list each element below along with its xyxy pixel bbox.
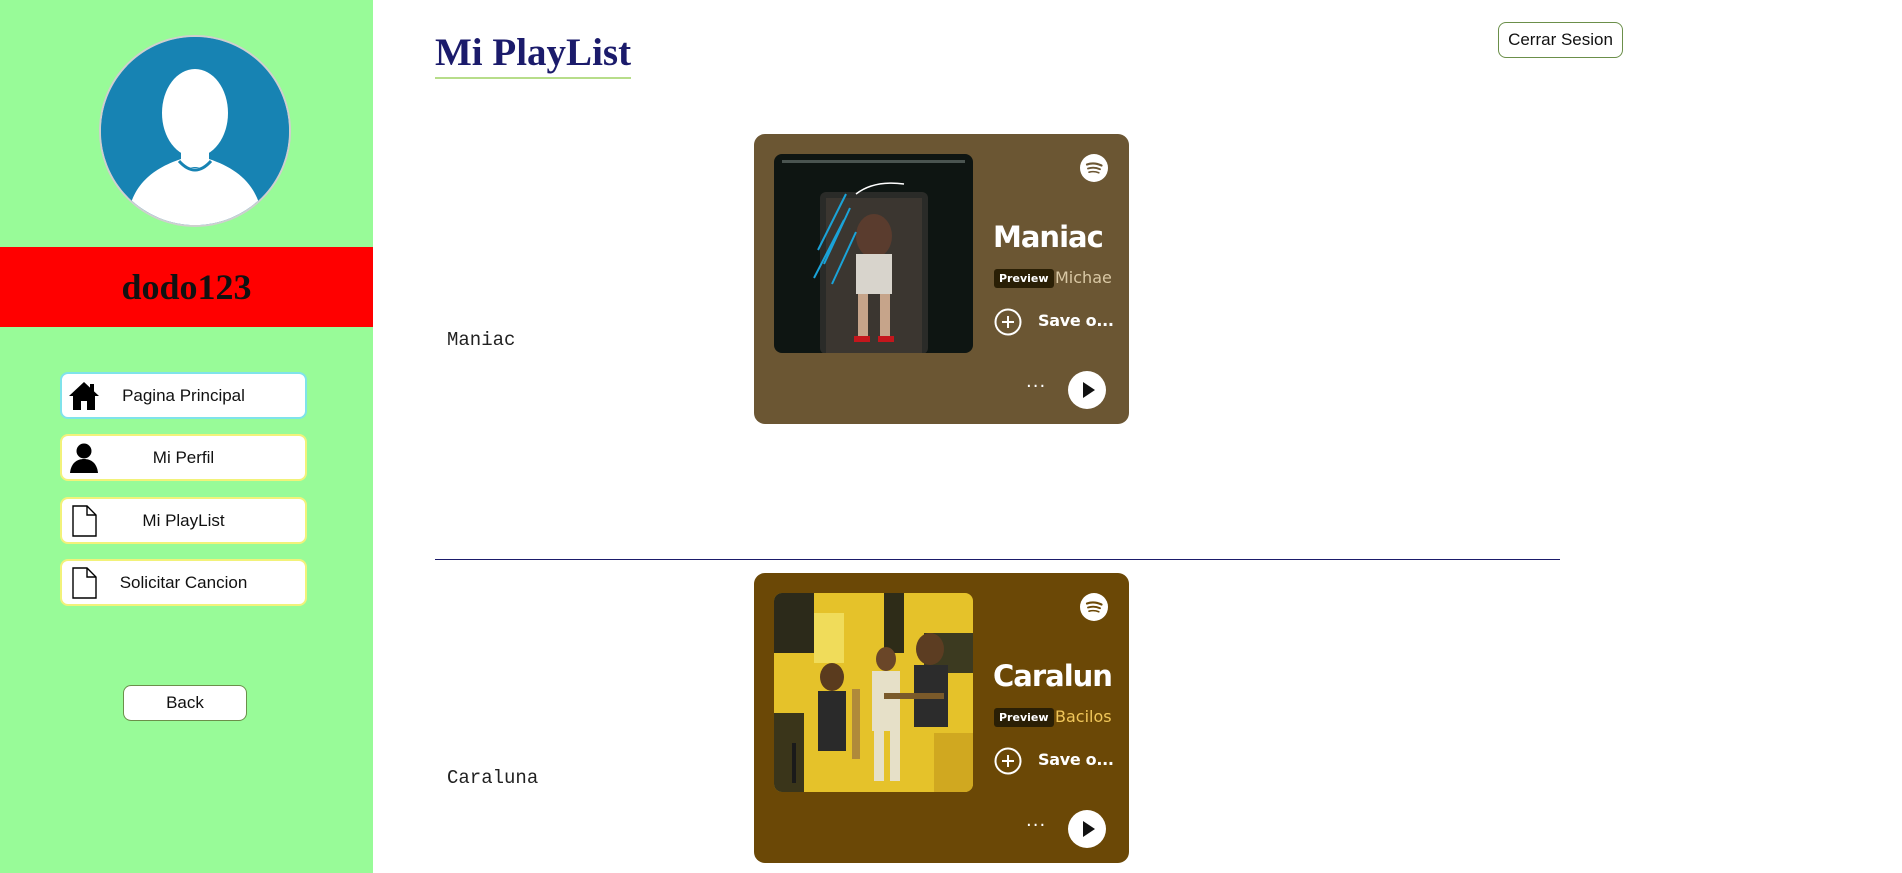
save-button[interactable]: Save o... (1038, 750, 1114, 769)
more-options-icon[interactable]: ··· (1026, 378, 1052, 396)
play-button[interactable] (1068, 371, 1106, 409)
user-icon (67, 441, 101, 475)
save-button[interactable]: Save o... (1038, 311, 1114, 330)
album-cover[interactable] (774, 593, 973, 792)
song-name: Caraluna (447, 767, 539, 789)
sidebar: dodo123 Pagina Principal Mi Perfil Mi Pl… (0, 0, 373, 873)
nav-request-song-button[interactable]: Solicitar Cancion (60, 559, 307, 606)
spotify-embed-card[interactable]: Maniac Preview Michael Sembello Save o..… (754, 134, 1129, 424)
track-title[interactable]: Caraluna (993, 659, 1111, 693)
add-circle-icon[interactable] (994, 747, 1022, 775)
avatar (99, 35, 291, 227)
artist-name[interactable]: Bacilos (1055, 706, 1113, 728)
album-cover[interactable] (774, 154, 973, 353)
document-icon (67, 504, 101, 538)
nav-playlist-button[interactable]: Mi PlayList (60, 497, 307, 544)
page-title: Mi PlayList (435, 30, 632, 79)
song-name: Maniac (447, 329, 516, 351)
nav-profile-button[interactable]: Mi Perfil (60, 434, 307, 481)
play-button[interactable] (1068, 810, 1106, 848)
row-divider (435, 559, 1560, 560)
play-icon (1083, 821, 1095, 837)
nav-home-button[interactable]: Pagina Principal (60, 372, 307, 419)
username: dodo123 (121, 267, 252, 307)
play-icon (1083, 382, 1095, 398)
preview-badge: Preview (994, 708, 1054, 727)
artist-name[interactable]: Michael Sembello (1055, 267, 1113, 289)
document-icon (67, 566, 101, 600)
spotify-embed-card[interactable]: Caraluna Preview Bacilos Save o... ··· (754, 573, 1129, 863)
spotify-logo-icon[interactable] (1080, 593, 1108, 621)
add-circle-icon[interactable] (994, 308, 1022, 336)
spotify-logo-icon[interactable] (1080, 154, 1108, 182)
username-banner: dodo123 (0, 247, 373, 327)
preview-badge: Preview (994, 269, 1054, 288)
logout-button[interactable]: Cerrar Sesion (1498, 22, 1623, 58)
more-options-icon[interactable]: ··· (1026, 817, 1052, 835)
track-title[interactable]: Maniac (993, 220, 1111, 254)
back-button[interactable]: Back (123, 685, 247, 721)
user-silhouette-icon (101, 37, 289, 225)
home-icon (67, 379, 101, 413)
